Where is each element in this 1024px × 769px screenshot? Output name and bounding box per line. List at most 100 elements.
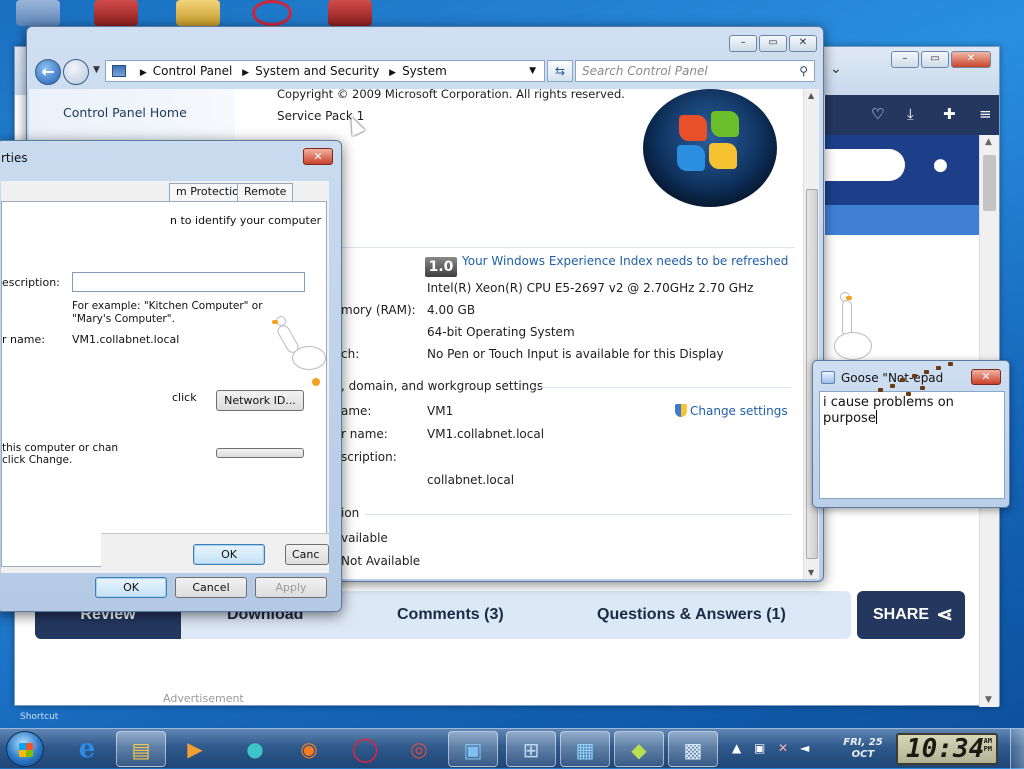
- forward-button[interactable]: [63, 59, 89, 85]
- share-button[interactable]: SHARE ⋖: [857, 591, 965, 639]
- scroll-down-icon[interactable]: ▼: [985, 695, 992, 705]
- desktop-icon-recycle[interactable]: [16, 0, 60, 26]
- change-settings-link[interactable]: Change settings: [675, 404, 788, 418]
- tray-action-center-icon[interactable]: ✕: [778, 741, 788, 755]
- change-button[interactable]: [216, 448, 304, 458]
- inner-cancel-button[interactable]: Canc: [285, 544, 329, 565]
- taskbar: e ▤ ▶ ● ◉ ◯ ◎ ▣ ⊞ ▦ ◆ ▩ ▲ ▣ ✕ ◄ FRI, 25 …: [0, 728, 1024, 769]
- start-button[interactable]: [6, 731, 44, 767]
- experience-index-badge[interactable]: 1.0: [425, 257, 457, 277]
- computer-description-input[interactable]: [72, 272, 305, 292]
- search-input[interactable]: Search Control Panel ⚲: [575, 60, 815, 82]
- media-player-icon[interactable]: ▶: [170, 731, 220, 767]
- goose-figure: [272, 316, 328, 386]
- date-line-2: OCT: [851, 749, 875, 760]
- goose-beak: [272, 320, 278, 324]
- experience-index-link[interactable]: Your Windows Experience Index needs to b…: [462, 254, 788, 268]
- scroll-thumb[interactable]: [983, 155, 996, 211]
- recent-pages-icon[interactable]: ▼: [93, 65, 100, 75]
- lcd-clock[interactable]: 10:34 AM PM: [896, 733, 998, 765]
- address-bar[interactable]: ▶ Control Panel ▶ System and Security ▶ Sys…: [105, 60, 545, 82]
- scroll-up-icon[interactable]: ▲: [985, 137, 992, 147]
- firefox-icon[interactable]: ◉: [284, 731, 334, 767]
- pocket-icon[interactable]: ♡: [871, 105, 884, 123]
- opera-icon[interactable]: ◯: [340, 731, 390, 767]
- cp-minimize-button[interactable]: –: [729, 35, 757, 52]
- notepad-text-area[interactable]: i cause problems on purpose: [819, 391, 1005, 499]
- tray-expand-icon[interactable]: ▲: [732, 741, 741, 755]
- browser-close-button[interactable]: ✕: [951, 51, 991, 68]
- activation-line-2: Not Available: [341, 554, 421, 568]
- cancel-button[interactable]: Cancel: [175, 577, 247, 598]
- internet-explorer-icon[interactable]: e: [62, 731, 112, 767]
- show-desktop-button[interactable]: [1010, 729, 1024, 769]
- logo-flag-blue: [677, 145, 705, 171]
- site-subnav: [825, 205, 979, 235]
- pen-touch-value: No Pen or Touch Input is available for t…: [427, 347, 724, 361]
- tab-questions[interactable]: Questions & Answers (1): [597, 591, 786, 639]
- breadcrumb-arrow-icon: ▶: [389, 68, 397, 78]
- text-caret: [875, 410, 877, 424]
- divider: [531, 387, 791, 388]
- address-row: ← ▼ ▶ Control Panel ▶ System and Security …: [33, 57, 817, 87]
- activation-section-title: ion: [341, 506, 360, 520]
- scroll-down-icon[interactable]: ▼: [808, 568, 814, 577]
- tab-comments[interactable]: Comments (3): [397, 591, 504, 639]
- tray-volume-icon[interactable]: ◄: [800, 741, 809, 755]
- ok-button[interactable]: OK: [95, 577, 167, 598]
- chevron-down-icon[interactable]: ⌄: [830, 61, 842, 77]
- cp-close-button[interactable]: ✕: [789, 35, 817, 52]
- breadcrumb-control-panel[interactable]: Control Panel: [153, 64, 233, 78]
- breadcrumb-system-security[interactable]: System and Security: [255, 64, 379, 78]
- example-text: For example: "Kitchen Computer" or "Mary…: [72, 300, 263, 325]
- search-placeholder: Search Control Panel: [582, 64, 708, 78]
- clock-time: 10:34: [906, 734, 985, 764]
- desktop-icon-archive-2[interactable]: [328, 0, 372, 26]
- browser-minimize-button[interactable]: –: [891, 51, 919, 68]
- site-search-input[interactable]: [825, 149, 905, 181]
- address-dropdown-icon[interactable]: ▼: [529, 61, 536, 81]
- inner-dialog-footer: OK Canc: [101, 533, 329, 573]
- dialog-close-button[interactable]: ✕: [303, 148, 333, 165]
- windows-logo: [643, 89, 777, 207]
- extensions-icon[interactable]: ✚: [943, 105, 956, 123]
- clock-date[interactable]: FRI, 25 OCT: [838, 737, 888, 761]
- tab-remote[interactable]: Remote: [237, 183, 294, 201]
- remote-desktop-icon[interactable]: ▣: [448, 731, 498, 767]
- back-button[interactable]: ←: [35, 59, 61, 85]
- ampm-top: AM: [983, 737, 992, 745]
- control-panel-home-link[interactable]: Control Panel Home: [63, 105, 187, 120]
- menu-icon[interactable]: ≡: [979, 105, 992, 123]
- chrome-icon[interactable]: ◎: [394, 731, 444, 767]
- mud-footprint: [906, 392, 911, 396]
- explorer-icon[interactable]: ▤: [116, 731, 166, 767]
- notepad-close-button[interactable]: ✕: [971, 369, 1001, 385]
- user-icon[interactable]: ●: [933, 155, 948, 175]
- search-icon[interactable]: ⚲: [799, 61, 808, 81]
- mud-footprint: [924, 370, 929, 374]
- system-properties-icon[interactable]: ▩: [668, 731, 718, 767]
- inner-ok-button[interactable]: OK: [193, 544, 265, 565]
- download-icon[interactable]: ⤓: [907, 105, 914, 123]
- tray-network-icon[interactable]: ▣: [754, 741, 765, 755]
- cp-maximize-button[interactable]: ▭: [759, 35, 787, 52]
- desktop-icon-opera[interactable]: [252, 0, 292, 26]
- divider: [365, 514, 791, 515]
- desktop-icon-folder[interactable]: [176, 0, 220, 26]
- notepad-goose-icon[interactable]: ◆: [614, 731, 664, 767]
- mud-footprint: [948, 362, 953, 366]
- breadcrumb-system[interactable]: System: [402, 64, 447, 78]
- network-tool-icon[interactable]: ⊞: [506, 731, 556, 767]
- desktop-icon-archive-1[interactable]: [94, 0, 138, 26]
- scroll-up-icon[interactable]: ▲: [808, 91, 814, 100]
- rename-text-2: click Change.: [2, 454, 73, 466]
- share-icon: ⋖: [936, 604, 953, 626]
- network-id-button[interactable]: Network ID...: [216, 390, 304, 411]
- dialog-title: rties: [1, 151, 28, 165]
- memory-label: mory (RAM):: [341, 303, 416, 317]
- processor-value: Intel(R) Xeon(R) CPU E5-2697 v2 @ 2.70GH…: [427, 281, 754, 295]
- browser-maximize-button[interactable]: ▭: [921, 51, 949, 68]
- chat-app-icon[interactable]: ●: [230, 731, 280, 767]
- refresh-button[interactable]: ⇆: [547, 60, 573, 82]
- settings-app-icon[interactable]: ▦: [560, 731, 610, 767]
